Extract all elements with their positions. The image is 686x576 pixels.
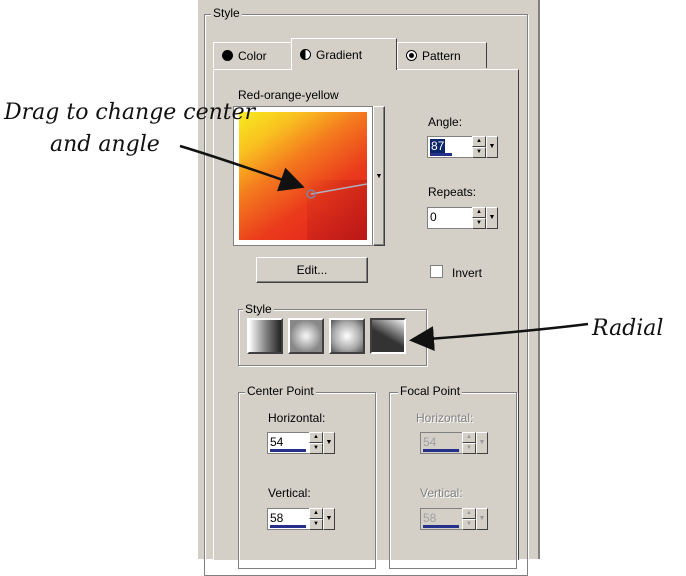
circle-icon <box>222 50 233 61</box>
focal-vertical-spinner: 58 ▲ ▼ ▼ <box>420 508 488 530</box>
style-type-group-label: Style <box>243 302 274 316</box>
focal-horizontal-spinner: 54 ▲ ▼ ▼ <box>420 432 488 454</box>
center-vertical-field[interactable]: 58 <box>267 508 309 530</box>
linear-gradient-icon[interactable] <box>247 318 283 354</box>
globe-icon <box>406 50 417 61</box>
repeats-field[interactable]: 0 <box>427 207 472 229</box>
focal-horizontal-dropdown: ▼ <box>476 432 488 454</box>
center-horizontal-spinner[interactable]: 54 ▲ ▼ ▼ <box>267 432 335 454</box>
radial-gradient-icon[interactable] <box>370 318 406 354</box>
gradient-swatch[interactable] <box>239 112 367 240</box>
focal-horizontal-spin-buttons: ▲ ▼ <box>462 432 476 454</box>
center-vertical-spinner[interactable]: 58 ▲ ▼ ▼ <box>267 508 335 530</box>
center-vertical-label: Vertical: <box>268 486 311 500</box>
repeats-label: Repeats: <box>428 185 477 199</box>
center-vertical-dropdown[interactable]: ▼ <box>323 508 335 530</box>
center-horizontal-spin-buttons[interactable]: ▲ ▼ <box>309 432 323 454</box>
angle-label: Angle: <box>428 115 463 129</box>
center-horizontal-dropdown[interactable]: ▼ <box>323 432 335 454</box>
drag-annotation-line2: and angle <box>50 132 160 157</box>
rectangular-gradient-icon[interactable] <box>288 318 324 354</box>
tab-color-label: Color <box>238 48 267 63</box>
edit-button[interactable]: Edit... <box>256 257 368 283</box>
focal-vertical-field: 58 <box>420 508 462 530</box>
sunburst-gradient-icon[interactable] <box>329 318 365 354</box>
tab-color[interactable]: Color <box>213 42 293 68</box>
half-circle-icon <box>300 49 311 60</box>
repeats-spin-buttons[interactable]: ▲ ▼ <box>472 207 486 229</box>
angle-dropdown[interactable]: ▼ <box>486 136 498 158</box>
center-horizontal-label: Horizontal: <box>268 411 326 425</box>
focal-horizontal-label: Horizontal: <box>416 411 474 425</box>
focal-horizontal-field: 54 <box>420 432 462 454</box>
center-handle-graphic <box>306 183 367 199</box>
invert-checkbox[interactable] <box>430 265 443 278</box>
focal-vertical-dropdown: ▼ <box>476 508 488 530</box>
repeats-spinner[interactable]: 0 ▲ ▼ ▼ <box>427 207 498 229</box>
tab-gradient-label: Gradient <box>316 47 363 62</box>
gradient-preview[interactable] <box>233 106 373 246</box>
tab-pattern-label: Pattern <box>422 48 461 63</box>
angle-spinner[interactable]: 87 ▲ ▼ ▼ <box>427 136 498 158</box>
radial-annotation: Radial <box>592 316 664 341</box>
angle-spin-buttons[interactable]: ▲ ▼ <box>472 136 486 158</box>
focal-vertical-label: Vertical: <box>420 486 463 500</box>
center-vertical-spin-buttons[interactable]: ▲ ▼ <box>309 508 323 530</box>
repeats-dropdown[interactable]: ▼ <box>486 207 498 229</box>
tab-pattern[interactable]: Pattern <box>397 42 487 68</box>
focal-vertical-spin-buttons: ▲ ▼ <box>462 508 476 530</box>
invert-label: Invert <box>452 266 483 280</box>
tab-gradient[interactable]: Gradient <box>291 38 397 70</box>
angle-field[interactable]: 87 <box>427 136 472 158</box>
center-point-label: Center Point <box>245 384 316 398</box>
style-group-label: Style <box>211 6 242 20</box>
gradient-dropdown-button[interactable]: ▼ <box>373 106 385 246</box>
focal-point-label: Focal Point <box>398 384 463 398</box>
center-horizontal-field[interactable]: 54 <box>267 432 309 454</box>
drag-annotation-line1: Drag to change center <box>4 100 256 125</box>
